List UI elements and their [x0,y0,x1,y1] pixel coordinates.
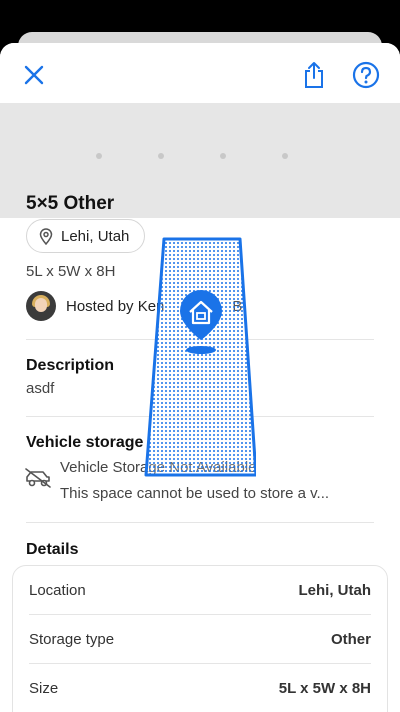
no-vehicle-icon [25,468,51,488]
host-avatar [26,291,56,321]
location-pin-icon [39,227,53,245]
top-bar [0,43,400,103]
description-text: asdf [26,380,55,397]
details-heading: Details [26,541,79,558]
listing-dimensions: 5L x 5W x 8H [26,263,116,280]
description-heading: Description [26,357,115,374]
house-pin-icon[interactable] [178,288,224,358]
divider [26,522,374,523]
details-value: 5L x 5W x 8H [278,680,371,697]
help-icon [352,61,380,89]
location-chip-label: Lehi, Utah [61,227,130,245]
details-label: Storage type [29,630,115,648]
share-button[interactable] [294,55,334,95]
details-value: Other [330,630,371,648]
details-row-size: Size 5L x 5W x 8H [29,664,371,712]
help-button[interactable] [346,55,386,95]
vehicle-storage-note: This space cannot be used to store a v..… [60,485,330,502]
listing-sheet: 5×5 Other Lehi, Utah 5L x 5W x 8H Hosted… [0,43,400,712]
details-value: Lehi, Utah [298,581,371,599]
vehicle-storage-heading: Vehicle storage [26,434,144,451]
details-label: Location [29,581,86,599]
location-chip[interactable]: Lehi, Utah [26,219,146,253]
share-icon [305,62,323,88]
details-card: Location Lehi, Utah Storage type Other S… [12,565,388,712]
close-icon [24,65,44,85]
listing-title: 5×5 Other [26,193,115,214]
details-row-location: Location Lehi, Utah [29,566,371,615]
close-button[interactable] [14,55,54,95]
details-row-storage-type: Storage type Other [29,615,371,664]
details-label: Size [29,680,59,697]
